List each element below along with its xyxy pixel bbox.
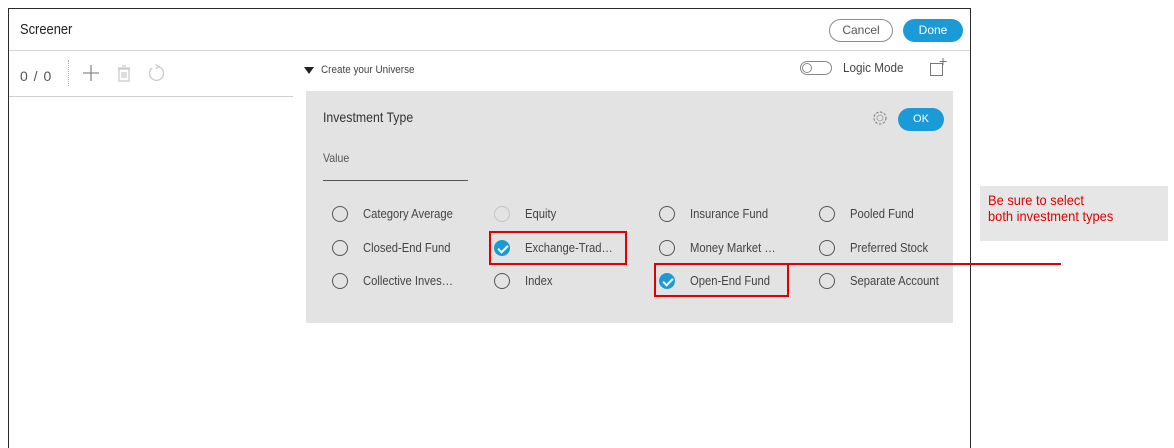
option-label: Preferred Stock [850, 241, 929, 255]
cancel-button[interactable]: Cancel [829, 19, 893, 42]
option-preferred-stock[interactable]: Preferred Stock [819, 237, 937, 259]
option-label: Separate Account [850, 274, 939, 288]
value-underline [323, 180, 468, 181]
highlight-open-end-fund [654, 263, 789, 297]
create-universe-toggle[interactable]: Create your Universe [304, 64, 425, 76]
callout-box: Be sure to select both investment types [980, 186, 1168, 241]
option-closed-end-fund[interactable]: Closed-End Fund [332, 237, 460, 259]
switch-knob [802, 62, 812, 73]
callout-text: Be sure to select both investment types [988, 192, 1114, 224]
delete-icon[interactable] [113, 62, 135, 84]
option-label: Insurance Fund [690, 207, 769, 221]
option-label: Money Market … [690, 241, 776, 255]
radio-circle[interactable] [332, 273, 348, 289]
option-index[interactable]: Index [494, 270, 556, 292]
criteria-counter: 0 / 0 [20, 68, 53, 84]
refresh-icon[interactable] [145, 62, 167, 84]
page-title: Screener [20, 21, 73, 38]
option-collective-investment[interactable]: Collective Inves… [332, 270, 463, 292]
radio-circle[interactable] [819, 206, 835, 222]
option-money-market[interactable]: Money Market … [659, 237, 785, 259]
radio-circle[interactable] [819, 273, 835, 289]
criteria-toolbar: 0 / 0 [9, 52, 293, 97]
option-insurance-fund[interactable]: Insurance Fund [659, 203, 777, 225]
option-equity: Equity [494, 203, 560, 225]
radio-circle[interactable] [819, 240, 835, 256]
add-criteria-icon[interactable] [926, 57, 948, 79]
logic-mode-switch[interactable] [800, 60, 832, 75]
option-category-average[interactable]: Category Average [332, 203, 463, 225]
radio-circle[interactable] [332, 206, 348, 222]
gear-icon[interactable] [869, 107, 891, 129]
option-label: Category Average [363, 207, 453, 221]
option-separate-account[interactable]: Separate Account [819, 270, 949, 292]
option-label: Equity [525, 207, 557, 221]
header-bar: Screener Cancel Done [9, 9, 970, 51]
option-label: Closed-End Fund [363, 241, 451, 255]
expand-triangle-icon [304, 66, 314, 74]
create-universe-label: Create your Universe [321, 64, 415, 76]
radio-circle[interactable] [659, 206, 675, 222]
option-label: Pooled Fund [850, 207, 914, 221]
done-button[interactable]: Done [903, 19, 963, 42]
value-label: Value [323, 151, 350, 165]
add-icon[interactable] [80, 62, 102, 84]
option-label: Index [525, 274, 553, 288]
radio-circle [494, 206, 510, 222]
callout-connector-line [785, 263, 1061, 265]
toolbar-divider [68, 60, 69, 86]
ok-button[interactable]: OK [898, 108, 944, 131]
option-pooled-fund[interactable]: Pooled Fund [819, 203, 921, 225]
logic-mode: Logic Mode [800, 60, 910, 75]
investment-type-panel: Investment Type OK Value Category Averag… [306, 91, 953, 323]
panel-title: Investment Type [323, 109, 414, 125]
logic-mode-label: Logic Mode [843, 60, 904, 75]
option-label: Collective Inves… [363, 274, 454, 288]
radio-circle[interactable] [659, 240, 675, 256]
highlight-exchange-traded [489, 231, 627, 265]
radio-circle[interactable] [494, 273, 510, 289]
radio-circle[interactable] [332, 240, 348, 256]
